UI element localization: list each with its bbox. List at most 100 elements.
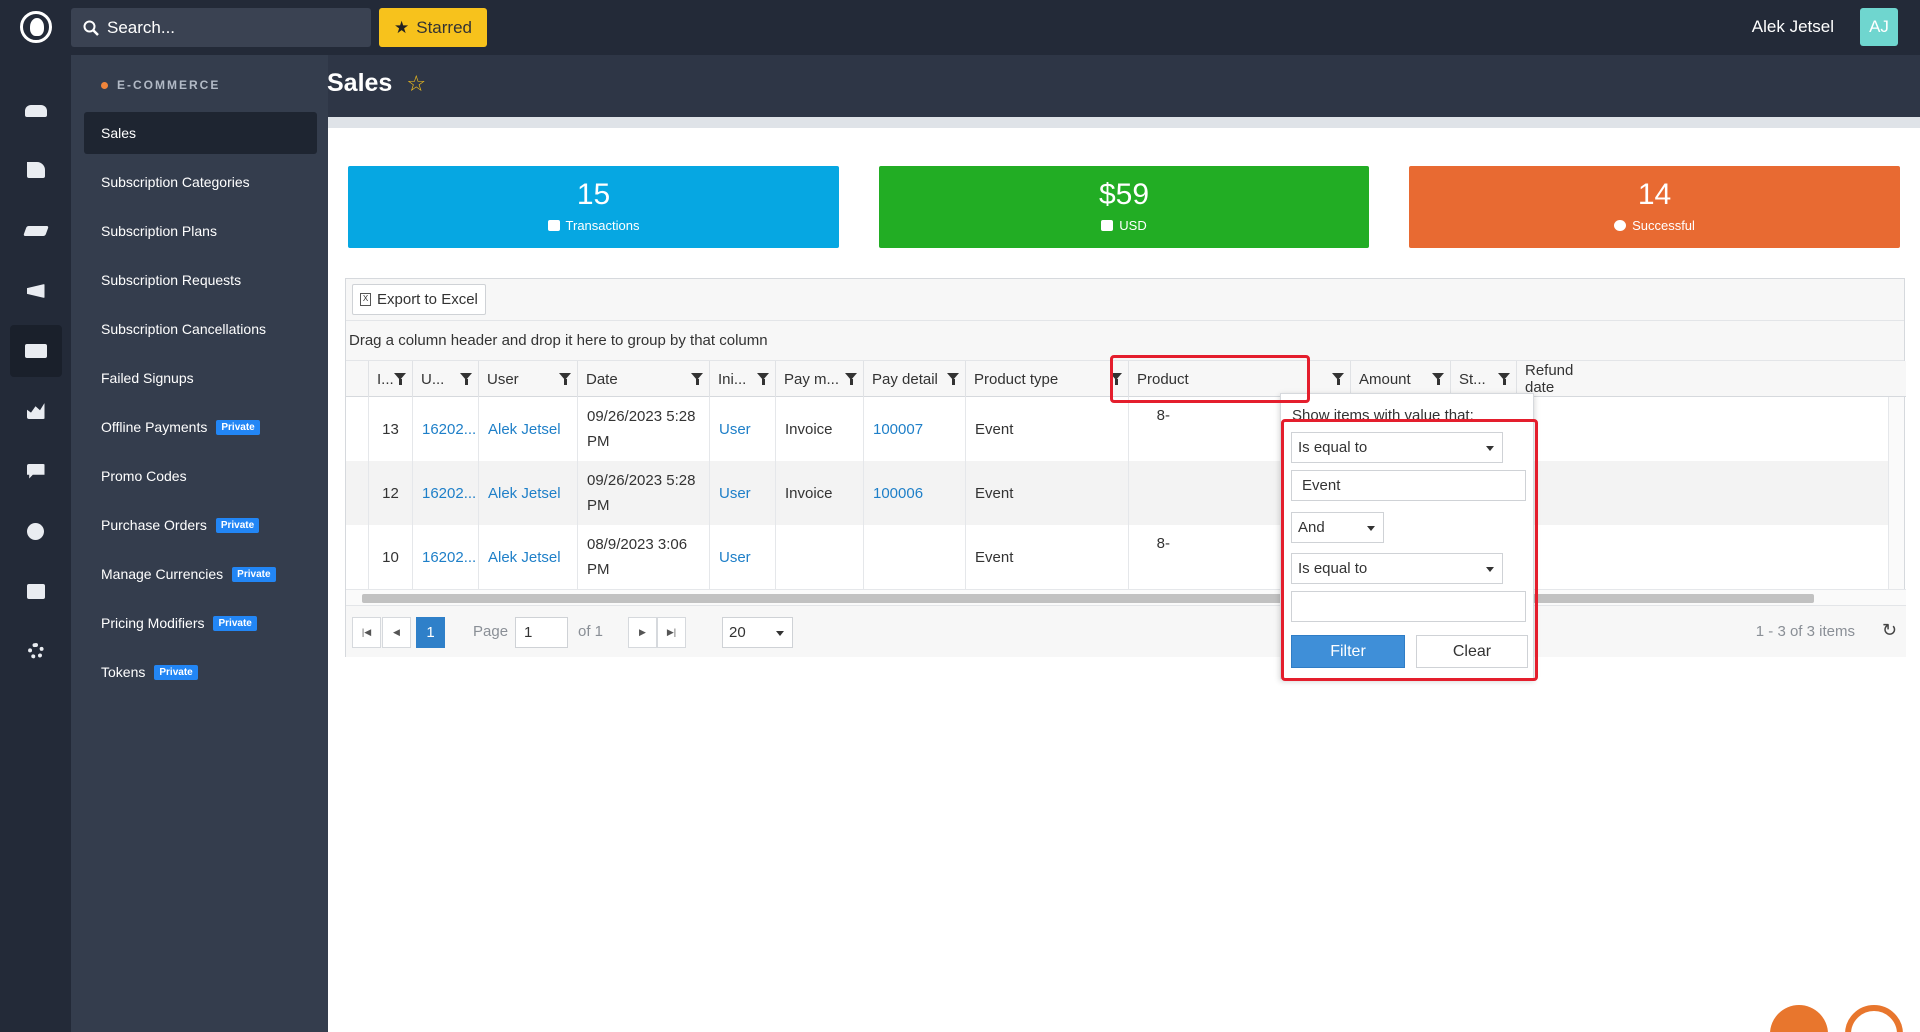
filter-funnel-icon[interactable] bbox=[947, 373, 959, 385]
private-badge: Private bbox=[154, 664, 198, 680]
sidebar-item-purchase-orders[interactable]: Purchase Orders Private bbox=[84, 504, 317, 546]
table-row[interactable]: 13 16202... Alek Jetsel 09/26/2023 5:28 PM U… bbox=[346, 397, 1890, 461]
table-cell: 12 bbox=[368, 461, 412, 525]
column-header[interactable]: Amount bbox=[1350, 361, 1450, 397]
starred-label: Starred bbox=[416, 17, 472, 37]
users-icon[interactable] bbox=[0, 85, 71, 137]
table-cell[interactable]: 100007 bbox=[863, 397, 965, 461]
table-cell[interactable]: User bbox=[709, 397, 775, 461]
avatar[interactable]: AJ bbox=[1860, 8, 1898, 46]
column-header[interactable]: Refund date bbox=[1516, 361, 1596, 397]
filter-funnel-icon[interactable] bbox=[1332, 373, 1344, 385]
favorite-star-icon[interactable]: ☆ bbox=[406, 71, 426, 97]
column-header[interactable]: Product type bbox=[965, 361, 1128, 397]
table-cell: 08/9/2023 3:06 PM bbox=[577, 525, 709, 589]
sidebar-item-failed-signups[interactable]: Failed Signups bbox=[84, 357, 317, 399]
page-input[interactable]: 1 bbox=[515, 617, 568, 648]
filter-funnel-icon[interactable] bbox=[691, 373, 703, 385]
private-badge: Private bbox=[216, 419, 260, 435]
sidebar-section: E-COMMERCE bbox=[101, 78, 220, 92]
last-page-button[interactable]: ▶| bbox=[657, 617, 686, 648]
chat-icon[interactable] bbox=[0, 445, 71, 497]
table-cell[interactable]: 16202... bbox=[412, 461, 478, 525]
refresh-icon[interactable]: ↻ bbox=[1882, 620, 1897, 641]
table-cell bbox=[775, 525, 863, 589]
scroll-thumb[interactable] bbox=[362, 594, 1814, 603]
sidebar-item-subscription-plans[interactable]: Subscription Plans bbox=[84, 210, 317, 252]
page-title: Sales ☆ bbox=[327, 69, 427, 97]
graduation-cap-icon[interactable] bbox=[0, 205, 71, 257]
page-label: Page bbox=[473, 623, 509, 640]
filter-funnel-icon[interactable] bbox=[845, 373, 857, 385]
bar-chart-icon bbox=[1101, 220, 1114, 231]
table-cell[interactable]: User bbox=[709, 461, 775, 525]
table-cell[interactable]: 16202... bbox=[412, 525, 478, 589]
search-input[interactable]: Search... bbox=[71, 8, 371, 47]
table-cell: 10 bbox=[368, 525, 412, 589]
chart-icon[interactable] bbox=[0, 385, 71, 437]
table-row[interactable]: 10 16202... Alek Jetsel 08/9/2023 3:06 PM Us… bbox=[346, 525, 1890, 589]
sidebar-item-offline-payments[interactable]: Offline Payments Private bbox=[84, 406, 317, 448]
column-header[interactable]: Pay detail bbox=[863, 361, 965, 397]
column-header[interactable]: U... bbox=[412, 361, 478, 397]
app-logo-icon[interactable] bbox=[20, 11, 52, 43]
money-icon[interactable] bbox=[10, 325, 62, 377]
sidebar-item-sales[interactable]: Sales bbox=[84, 112, 317, 154]
card-icon[interactable] bbox=[0, 565, 71, 617]
search-placeholder: Search... bbox=[107, 17, 176, 37]
filter-funnel-icon[interactable] bbox=[394, 373, 406, 385]
table-cell: Event bbox=[965, 397, 1128, 461]
table-cell: 09/26/2023 5:28 PM bbox=[577, 397, 709, 461]
horizontal-scrollbar[interactable] bbox=[346, 589, 1906, 605]
sidebar-item-promo-codes[interactable]: Promo Codes bbox=[84, 455, 317, 497]
table-cell[interactable]: Alek Jetsel bbox=[478, 397, 577, 461]
filter-funnel-icon[interactable] bbox=[460, 373, 472, 385]
filter-funnel-icon[interactable] bbox=[1498, 373, 1510, 385]
column-header[interactable]: User bbox=[478, 361, 577, 397]
sidebar-item-subscription-categories[interactable]: Subscription Categories bbox=[84, 161, 317, 203]
table-cell[interactable]: User bbox=[709, 525, 775, 589]
sidebar-item-subscription-cancellations[interactable]: Subscription Cancellations bbox=[84, 308, 317, 350]
table-cell[interactable]: 100006 bbox=[863, 461, 965, 525]
sidebar-item-manage-currencies[interactable]: Manage Currencies Private bbox=[84, 553, 317, 595]
next-page-button[interactable]: ▶ bbox=[628, 617, 657, 648]
export-excel-button[interactable]: X Export to Excel bbox=[352, 284, 486, 315]
column-header[interactable]: I... bbox=[368, 361, 412, 397]
table-cell[interactable]: Alek Jetsel bbox=[478, 525, 577, 589]
sidebar-item-tokens[interactable]: Tokens Private bbox=[84, 651, 317, 693]
vertical-scrollbar[interactable] bbox=[1888, 397, 1904, 589]
table-cell: Invoice bbox=[775, 461, 863, 525]
megaphone-icon[interactable] bbox=[0, 265, 71, 317]
sales-grid: X Export to Excel Drag a column header a… bbox=[345, 278, 1906, 657]
first-page-button[interactable]: |◀ bbox=[352, 617, 381, 648]
column-header[interactable]: Date bbox=[577, 361, 709, 397]
row-spacer bbox=[346, 461, 368, 525]
prev-page-button[interactable]: ◀ bbox=[382, 617, 411, 648]
table-cell[interactable]: Alek Jetsel bbox=[478, 461, 577, 525]
sidebar-item-pricing-modifiers[interactable]: Pricing Modifiers Private bbox=[84, 602, 317, 644]
private-badge: Private bbox=[215, 517, 260, 533]
column-header[interactable]: Pay m... bbox=[775, 361, 863, 397]
user-name[interactable]: Alek Jetsel bbox=[1752, 17, 1834, 37]
table-row[interactable]: 12 16202... Alek Jetsel 09/26/2023 5:28 PM U… bbox=[346, 461, 1890, 525]
filter-funnel-icon[interactable] bbox=[757, 373, 769, 385]
private-badge: Private bbox=[232, 566, 276, 582]
page-size-select[interactable]: 20 bbox=[722, 617, 793, 648]
table-cell: Invoice bbox=[775, 397, 863, 461]
highlight-filter-popup bbox=[1281, 419, 1538, 681]
grid-toolbar: X Export to Excel bbox=[346, 279, 1904, 321]
page-1-button[interactable]: 1 bbox=[416, 617, 445, 648]
column-header[interactable]: St... bbox=[1450, 361, 1516, 397]
sidebar-item-subscription-requests[interactable]: Subscription Requests bbox=[84, 259, 317, 301]
table-cell[interactable]: 16202... bbox=[412, 397, 478, 461]
filter-funnel-icon[interactable] bbox=[1432, 373, 1444, 385]
gear-icon[interactable] bbox=[0, 625, 71, 677]
star-icon: ★ bbox=[394, 17, 410, 37]
palette-icon[interactable] bbox=[0, 505, 71, 557]
top-bar: Search... ★ Starred Alek Jetsel AJ bbox=[0, 0, 1920, 55]
column-header[interactable]: Ini... bbox=[709, 361, 775, 397]
table-cell[interactable] bbox=[863, 525, 965, 589]
filter-funnel-icon[interactable] bbox=[559, 373, 571, 385]
starred-button[interactable]: ★ Starred bbox=[379, 8, 487, 47]
shapes-icon[interactable] bbox=[0, 144, 71, 196]
